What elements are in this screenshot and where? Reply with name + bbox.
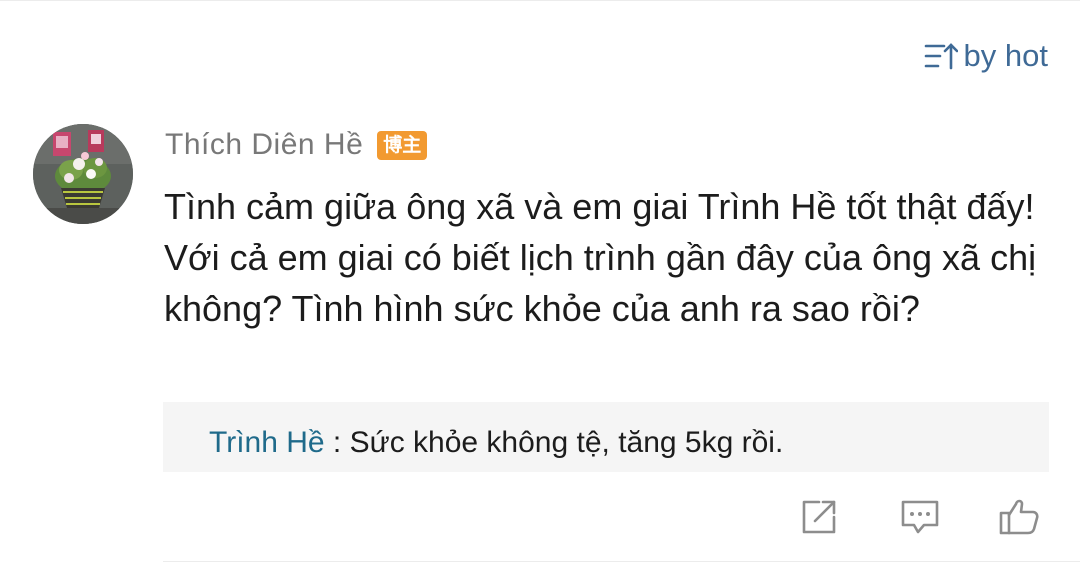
blogger-badge: 博主 xyxy=(377,130,428,160)
comment-author-name[interactable]: Thích Diên Hề xyxy=(165,128,363,162)
like-button[interactable] xyxy=(996,494,1042,540)
comment-icon xyxy=(897,494,943,540)
comment-header: Thích Diên Hề 博主 xyxy=(165,128,428,162)
sort-by-hot-button[interactable]: by hot xyxy=(924,38,1048,74)
share-button[interactable] xyxy=(797,494,843,540)
reply-separator: : xyxy=(324,426,350,459)
sort-label: by hot xyxy=(963,38,1048,73)
comment-body: Tình cảm giữa ông xã và em giai Trình Hề… xyxy=(164,186,1037,329)
reply-preview[interactable]: Trình Hề : Sức khỏe không tệ, tăng 5kg r… xyxy=(163,402,1049,472)
bottom-divider xyxy=(163,561,1080,562)
reply-button[interactable] xyxy=(897,494,943,540)
avatar[interactable] xyxy=(33,124,133,224)
reply-line: Trình Hề : Sức khỏe không tệ, tăng 5kg r… xyxy=(209,426,783,460)
sort-icon xyxy=(924,40,958,72)
share-icon xyxy=(797,494,843,540)
top-divider xyxy=(0,0,1080,1)
reply-author-name[interactable]: Trình Hề xyxy=(209,426,325,459)
thumbs-up-icon xyxy=(996,494,1042,540)
comment-actions xyxy=(0,494,1080,542)
reply-text: Sức khỏe không tệ, tăng 5kg rồi. xyxy=(349,426,784,459)
